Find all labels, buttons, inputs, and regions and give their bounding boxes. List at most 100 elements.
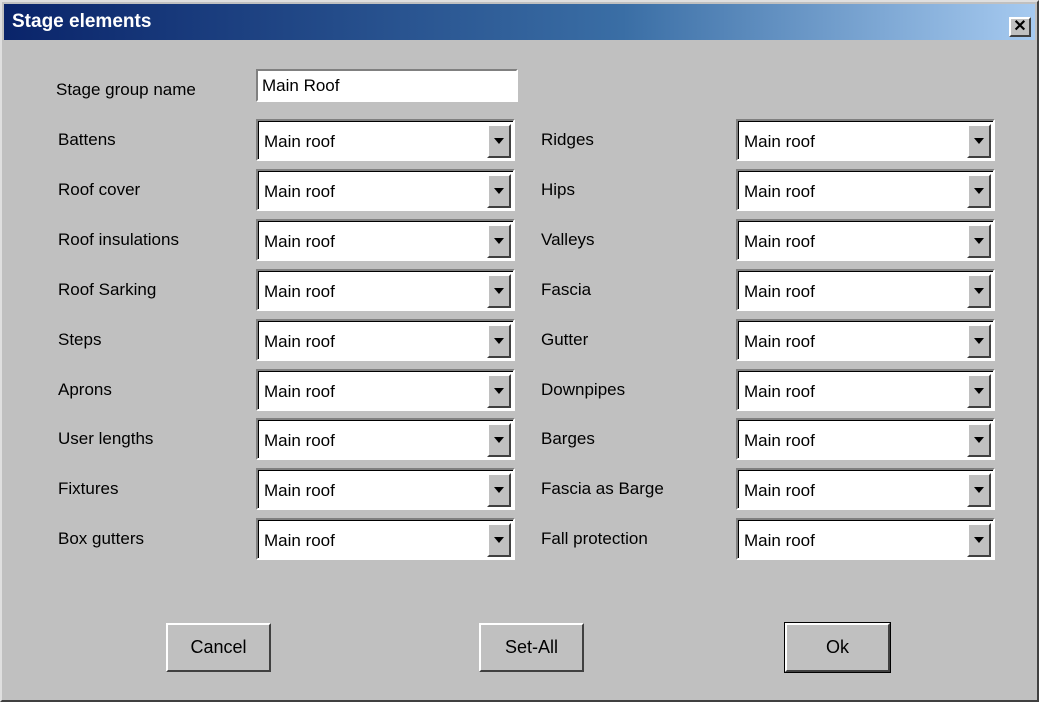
dropdown-button[interactable] [487, 473, 511, 508]
dropdown-frame: Main roof [738, 520, 993, 559]
field-dropdown[interactable]: Main roof [736, 368, 995, 411]
dropdown-button[interactable] [487, 124, 511, 158]
chevron-down-icon [974, 437, 984, 444]
field-label: Aprons [58, 379, 112, 399]
chevron-down-icon [974, 237, 984, 244]
stage-group-name-input[interactable] [256, 69, 518, 102]
dropdown-frame: Main roof [738, 320, 993, 359]
dropdown-value: Main roof [744, 381, 815, 401]
dropdown-value: Main roof [744, 331, 815, 351]
close-icon: ✕ [1013, 18, 1027, 35]
dropdown-button[interactable] [487, 373, 511, 408]
chevron-down-icon [494, 237, 504, 244]
dropdown-value: Main roof [744, 481, 815, 501]
dropdown-frame: Main roof [738, 121, 993, 159]
field-dropdown[interactable]: Main roof [736, 268, 995, 311]
dropdown-value: Main roof [264, 531, 335, 551]
dropdown-button[interactable] [487, 423, 511, 458]
dropdown-button[interactable] [967, 523, 991, 558]
close-button[interactable]: ✕ [1009, 17, 1031, 37]
dropdown-frame: Main roof [258, 270, 513, 309]
dropdown-frame: Main roof [738, 370, 993, 409]
dropdown-frame: Main roof [258, 370, 513, 409]
field-dropdown[interactable]: Main roof [256, 218, 515, 261]
dropdown-value: Main roof [264, 481, 335, 501]
dropdown-button[interactable] [967, 373, 991, 408]
field-label: Roof insulations [58, 229, 179, 249]
dropdown-button[interactable] [487, 523, 511, 558]
field-label: Valleys [541, 229, 595, 249]
field-dropdown[interactable]: Main roof [256, 418, 515, 461]
field-dropdown[interactable]: Main roof [256, 468, 515, 511]
dropdown-button[interactable] [487, 223, 511, 258]
dropdown-value: Main roof [264, 331, 335, 351]
chevron-down-icon [974, 537, 984, 544]
field-label: Downpipes [541, 379, 626, 399]
dropdown-button[interactable] [967, 423, 991, 458]
dropdown-frame: Main roof [738, 170, 993, 209]
field-dropdown[interactable]: Main roof [736, 468, 995, 511]
field-label: Battens [58, 130, 116, 149]
cancel-button[interactable]: Cancel [166, 623, 271, 672]
title-bar[interactable]: Stage elements ✕ [4, 4, 1035, 40]
dropdown-value: Main roof [264, 181, 335, 201]
field-dropdown[interactable]: Main roof [736, 318, 995, 361]
field-label: User lengths [58, 429, 154, 449]
chevron-down-icon [494, 138, 504, 144]
field-dropdown[interactable]: Main roof [736, 119, 995, 161]
dropdown-value: Main roof [264, 132, 335, 151]
chevron-down-icon [974, 337, 984, 344]
window-title: Stage elements [12, 11, 152, 32]
chevron-down-icon [494, 187, 504, 194]
field-dropdown[interactable]: Main roof [256, 318, 515, 361]
field-dropdown[interactable]: Main roof [736, 518, 995, 561]
ok-button[interactable]: Ok [784, 622, 891, 673]
dropdown-button[interactable] [487, 273, 511, 308]
dropdown-frame: Main roof [258, 220, 513, 259]
field-label: Roof cover [58, 179, 141, 199]
field-dropdown[interactable]: Main roof [256, 119, 515, 161]
chevron-down-icon [974, 138, 984, 144]
field-label: Steps [58, 329, 102, 349]
dropdown-button[interactable] [967, 124, 991, 158]
dropdown-frame: Main roof [258, 470, 513, 509]
field-dropdown[interactable]: Main roof [256, 368, 515, 411]
field-dropdown[interactable]: Main roof [256, 168, 515, 211]
dropdown-frame: Main roof [738, 470, 993, 509]
dropdown-button[interactable] [967, 273, 991, 308]
chevron-down-icon [494, 487, 504, 494]
chevron-down-icon [494, 387, 504, 394]
dropdown-button[interactable] [487, 173, 511, 208]
dropdown-value: Main roof [264, 381, 335, 401]
dropdown-value: Main roof [744, 231, 815, 251]
chevron-down-icon [974, 387, 984, 394]
dropdown-frame: Main roof [258, 170, 513, 209]
dropdown-value: Main roof [264, 431, 335, 451]
field-dropdown[interactable]: Main roof [736, 168, 995, 211]
field-dropdown[interactable]: Main roof [736, 218, 995, 261]
dropdown-button[interactable] [967, 473, 991, 508]
set-all-button[interactable]: Set-All [479, 623, 584, 672]
dropdown-value: Main roof [264, 281, 335, 301]
dropdown-frame: Main roof [258, 520, 513, 559]
field-dropdown[interactable]: Main roof [256, 518, 515, 561]
stage-group-name-label: Stage group name [56, 80, 196, 99]
dropdown-frame: Main roof [738, 420, 993, 459]
dropdown-frame: Main roof [258, 320, 513, 359]
field-label: Gutter [541, 329, 589, 349]
dropdown-frame: Main roof [258, 121, 513, 159]
chevron-down-icon [494, 337, 504, 344]
dropdown-button[interactable] [967, 323, 991, 358]
field-dropdown[interactable]: Main roof [736, 418, 995, 461]
field-label: Fixtures [58, 479, 119, 499]
field-label: Box gutters [58, 529, 144, 549]
chevron-down-icon [974, 287, 984, 294]
dropdown-button[interactable] [967, 173, 991, 208]
field-dropdown[interactable]: Main roof [256, 268, 515, 311]
dropdown-button[interactable] [967, 223, 991, 258]
dropdown-frame: Main roof [258, 420, 513, 459]
dropdown-button[interactable] [487, 323, 511, 358]
stage-elements-dialog: Stage elements ✕ Stage group name Batten… [0, 0, 1039, 702]
field-label: Fall protection [541, 529, 648, 549]
dropdown-value: Main roof [744, 281, 815, 301]
